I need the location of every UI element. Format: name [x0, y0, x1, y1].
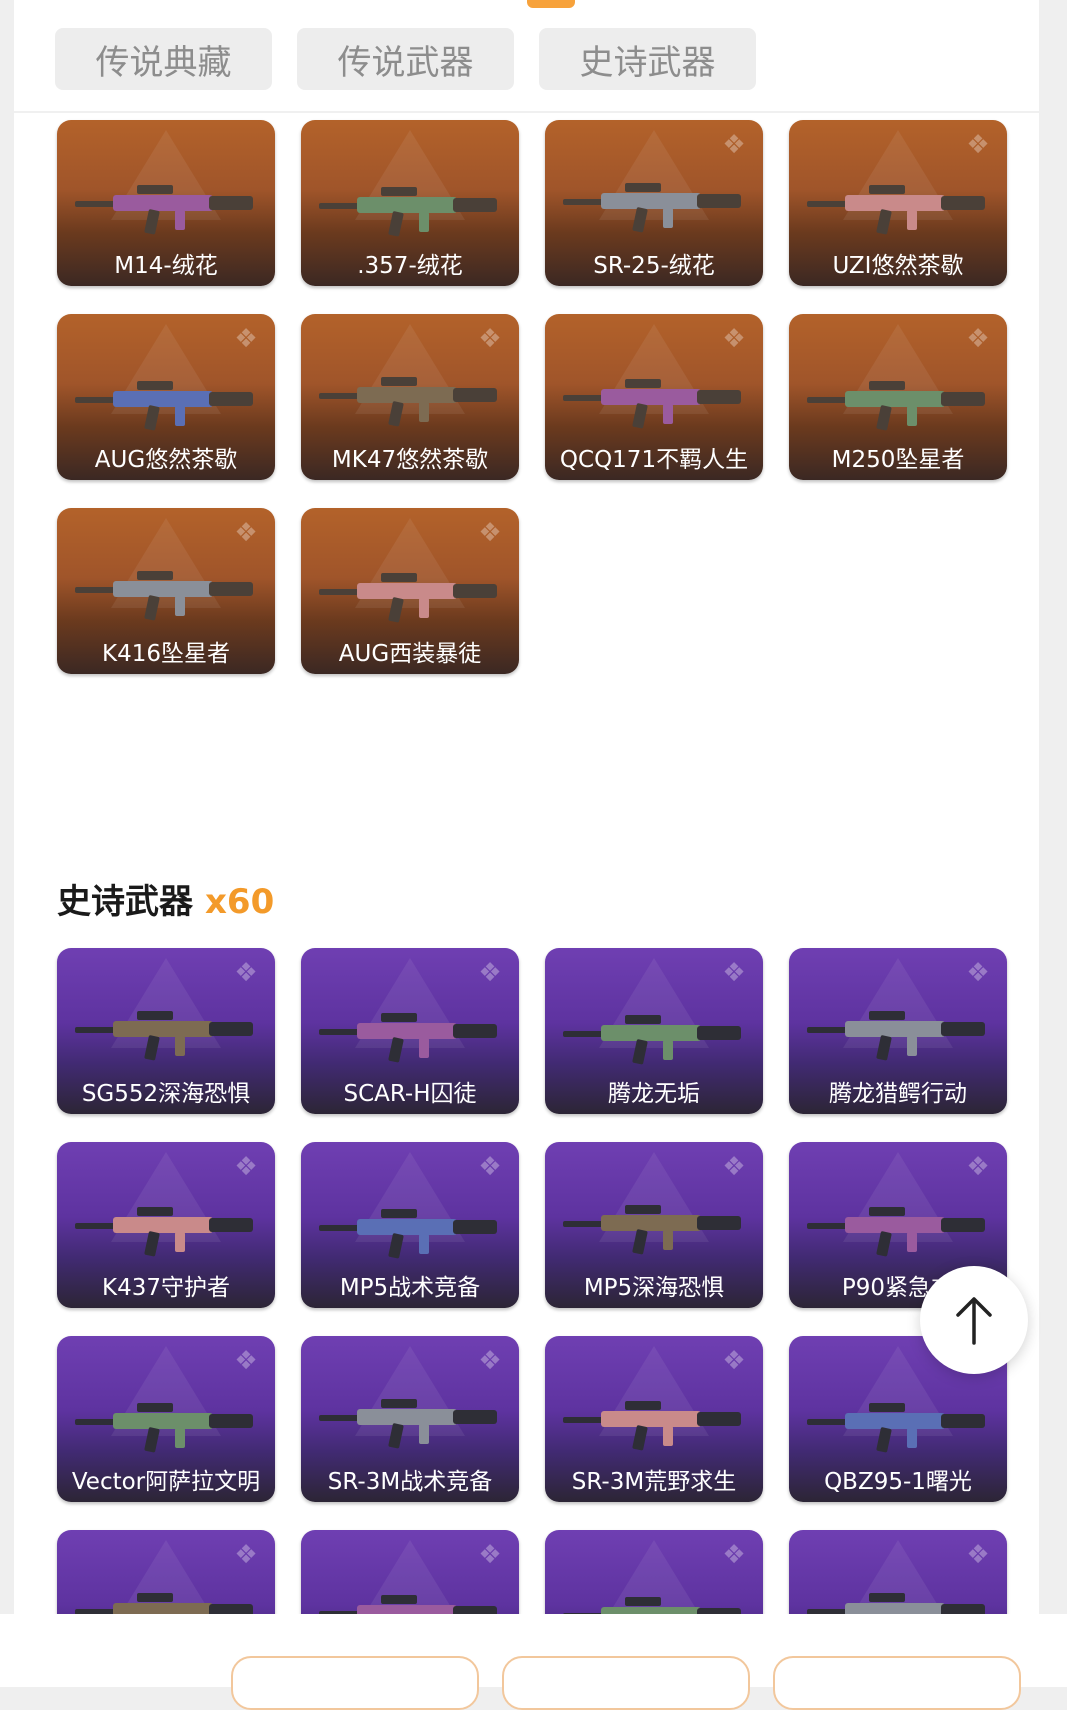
weapon-name: SR-3M战术竞备 [327, 1469, 493, 1495]
weapon-image [807, 381, 985, 431]
weapon-image [75, 185, 253, 235]
weapon-image [563, 183, 741, 233]
weapon-image [807, 1207, 985, 1257]
epic-weapons-grid: ❖ SG552深海恐惧 ❖ SCAR-H囚徒 ❖ 腾龙无垢 ❖ 腾龙猎鳄行动 ❖ K437守护者 ❖… [57, 948, 1007, 1687]
bottom-button-2[interactable] [502, 1656, 750, 1710]
tab-epic-weapons[interactable]: 史诗武器 [539, 28, 756, 90]
tab-divider [14, 111, 1039, 113]
weapon-card[interactable]: ❖ SR-25-绒花 [545, 120, 763, 286]
weapon-image [75, 381, 253, 431]
scroll-to-top-button[interactable] [920, 1266, 1028, 1374]
weapon-card[interactable]: ❖ MP5战术竞备 [301, 1142, 519, 1308]
epic-section-heading: 史诗武器 x60 [57, 874, 274, 923]
weapon-card[interactable]: ❖ SG552深海恐惧 [57, 948, 275, 1114]
weapon-name: M14-绒花 [114, 253, 218, 279]
weapon-image [807, 185, 985, 235]
weapon-image [319, 377, 497, 427]
weapon-card[interactable]: ❖ MP5深海恐惧 [545, 1142, 763, 1308]
weapon-card[interactable]: ❖ 腾龙无垢 [545, 948, 763, 1114]
weapon-name: MK47悠然茶歇 [331, 447, 489, 473]
bottom-action-bar [0, 1614, 1067, 1710]
tab-legendary-collection[interactable]: 传说典藏 [55, 28, 272, 90]
weapon-card[interactable]: ❖ UZI悠然茶歇 [789, 120, 1007, 286]
weapon-image [75, 1403, 253, 1453]
weapon-image [75, 571, 253, 621]
bottom-button-3[interactable] [773, 1656, 1021, 1710]
weapon-name: UZI悠然茶歇 [832, 253, 964, 279]
weapon-card[interactable]: ❖ AUG西装暴徒 [301, 508, 519, 674]
legendary-weapons-grid: M14-蛮荒MK4冲锋枪-夜莺Mini-14-夜莺Vector-夜莺M14-绒花… [57, 0, 1007, 926]
page: M14-蛮荒MK4冲锋枪-夜莺Mini-14-夜莺Vector-夜莺M14-绒花… [14, 0, 1039, 1687]
weapon-name: 腾龙无垢 [608, 1081, 700, 1107]
weapon-image [319, 1209, 497, 1259]
weapon-image [563, 1015, 741, 1065]
weapon-card[interactable]: ❖ Vector阿萨拉文明 [57, 1336, 275, 1502]
epic-section-count: x60 [205, 882, 275, 922]
weapon-name: AUG悠然茶歇 [94, 447, 238, 473]
weapon-name: M250坠星者 [831, 447, 965, 473]
weapon-image [807, 1403, 985, 1453]
active-tab-indicator-top [527, 0, 575, 8]
weapon-name: 腾龙猎鳄行动 [829, 1081, 967, 1107]
weapon-image [319, 1399, 497, 1449]
epic-section-title: 史诗武器 [57, 882, 193, 922]
weapon-card[interactable]: M14-绒花 [57, 120, 275, 286]
weapon-image [563, 1401, 741, 1451]
weapon-card[interactable]: ❖ K416坠星者 [57, 508, 275, 674]
weapon-image [807, 1011, 985, 1061]
weapon-name: AUG西装暴徒 [338, 641, 482, 667]
weapon-name: SG552深海恐惧 [81, 1081, 251, 1107]
weapon-card[interactable]: ❖ SR-3M战术竞备 [301, 1336, 519, 1502]
weapon-name: SCAR-H囚徒 [343, 1081, 477, 1107]
weapon-image [563, 1205, 741, 1255]
weapon-name: MP5战术竞备 [339, 1275, 481, 1301]
weapon-name: QBZ95-1曙光 [824, 1469, 972, 1495]
weapon-name: Vector阿萨拉文明 [71, 1469, 261, 1495]
weapon-image [563, 379, 741, 429]
weapon-card[interactable]: ❖ AUG悠然茶歇 [57, 314, 275, 480]
weapon-name: SR-3M荒野求生 [571, 1469, 737, 1495]
weapon-image [319, 187, 497, 237]
weapon-card[interactable]: ❖ K437守护者 [57, 1142, 275, 1308]
weapon-name: K437守护者 [102, 1275, 230, 1301]
bottom-button-1[interactable] [231, 1656, 479, 1710]
tab-legendary-weapons[interactable]: 传说武器 [297, 28, 514, 90]
weapon-name: SR-25-绒花 [593, 253, 715, 279]
weapon-card[interactable]: ❖ SR-3M荒野求生 [545, 1336, 763, 1502]
weapon-name: MP5深海恐惧 [583, 1275, 725, 1301]
weapon-image [75, 1207, 253, 1257]
weapon-card[interactable]: .357-绒花 [301, 120, 519, 286]
weapon-card[interactable]: ❖ M250坠星者 [789, 314, 1007, 480]
weapon-card[interactable]: ❖ MK47悠然茶歇 [301, 314, 519, 480]
weapon-name: K416坠星者 [102, 641, 230, 667]
weapon-name: QCQ171不羁人生 [559, 447, 749, 473]
weapon-card[interactable]: ❖ SCAR-H囚徒 [301, 948, 519, 1114]
weapon-image [319, 573, 497, 623]
weapon-image [319, 1013, 497, 1063]
weapon-image [75, 1011, 253, 1061]
arrow-up-icon [956, 1297, 992, 1345]
weapon-card[interactable]: ❖ QCQ171不羁人生 [545, 314, 763, 480]
weapon-name: .357-绒花 [357, 253, 463, 279]
weapon-card[interactable]: ❖ 腾龙猎鳄行动 [789, 948, 1007, 1114]
